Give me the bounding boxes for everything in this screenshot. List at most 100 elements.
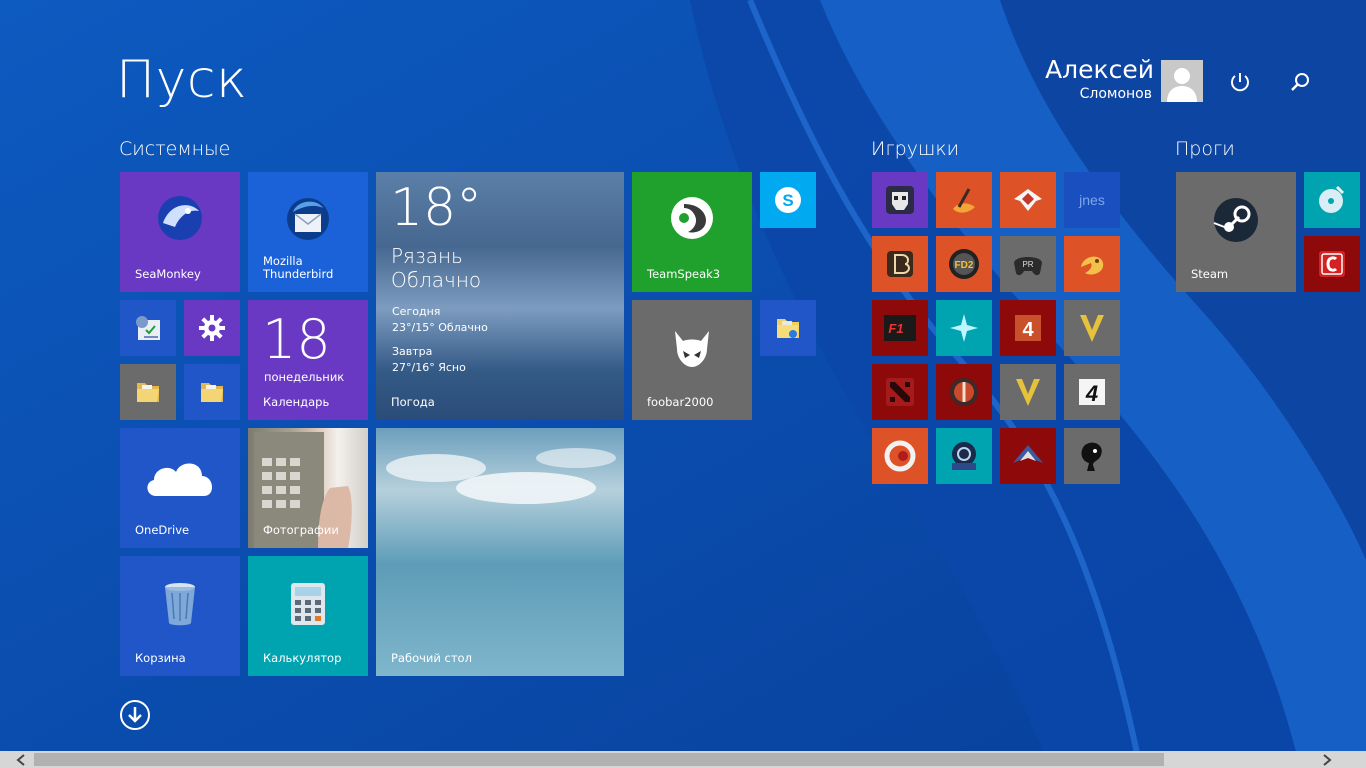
- seamonkey-icon: [158, 196, 202, 240]
- ring-emblem-icon: [884, 440, 916, 472]
- tile-foobar[interactable]: foobar2000: [632, 300, 752, 420]
- tile-game[interactable]: [936, 300, 992, 356]
- tile-jnes[interactable]: jnes: [1064, 172, 1120, 228]
- tile-recycle-bin[interactable]: Корзина: [120, 556, 240, 676]
- tile-game[interactable]: [872, 236, 928, 292]
- tile-app[interactable]: [1304, 236, 1360, 292]
- tile-explorer[interactable]: [760, 300, 816, 356]
- tile-game[interactable]: 4: [1064, 364, 1120, 420]
- folder-icon: [137, 383, 159, 402]
- tile-label: Календарь: [263, 395, 330, 409]
- weather-today-label: Сегодня: [392, 305, 441, 318]
- tile-app[interactable]: [1304, 172, 1360, 228]
- arrow-down-circle-icon: [120, 700, 150, 730]
- tile-documents-folder[interactable]: [120, 364, 176, 420]
- roman-five-icon: [1016, 379, 1040, 406]
- plane-emblem-icon: [1014, 189, 1042, 211]
- steam-icon: [1213, 198, 1258, 242]
- tile-label: OneDrive: [135, 523, 190, 537]
- tile-game[interactable]: 4: [1000, 300, 1056, 356]
- tile-game[interactable]: [1000, 364, 1056, 420]
- group-label-games[interactable]: Игрушки: [871, 138, 959, 160]
- tile-game[interactable]: PR: [1000, 236, 1056, 292]
- all-apps-button[interactable]: [119, 699, 151, 731]
- tile-calendar[interactable]: 18 понедельник Календарь: [248, 300, 368, 420]
- number-four-icon: 4: [1015, 315, 1041, 341]
- avatar[interactable]: [1161, 60, 1203, 102]
- tile-game[interactable]: [1000, 172, 1056, 228]
- tile-game[interactable]: [1064, 300, 1120, 356]
- tile-seamonkey[interactable]: SeaMonkey: [120, 172, 240, 292]
- silhouette-head-icon: [1081, 442, 1102, 471]
- control-panel-icon: [136, 316, 160, 340]
- tile-game[interactable]: F1: [872, 300, 928, 356]
- tile-game[interactable]: [936, 428, 992, 484]
- user-last-name[interactable]: Сломонов: [1080, 86, 1152, 102]
- chevron-left-icon: [15, 753, 25, 766]
- tile-steam[interactable]: Steam: [1176, 172, 1296, 292]
- tile-game[interactable]: [872, 172, 928, 228]
- disc-icon: [1319, 185, 1345, 213]
- start-title: Пуск: [116, 50, 248, 110]
- ccleaner-icon: [1319, 251, 1345, 277]
- user-first-name[interactable]: Алексей: [1045, 55, 1154, 84]
- tile-onedrive[interactable]: OneDrive: [120, 428, 240, 548]
- tile-label: Погода: [391, 395, 435, 409]
- tile-game[interactable]: [872, 428, 928, 484]
- scrollbar-thumb[interactable]: [34, 753, 1164, 766]
- tile-game[interactable]: [936, 364, 992, 420]
- search-button[interactable]: [1284, 66, 1316, 98]
- tile-photos[interactable]: Фотографии: [248, 428, 368, 548]
- tile-label: Рабочий стол: [391, 651, 472, 665]
- group-label-system[interactable]: Системные: [119, 138, 230, 160]
- tile-weather[interactable]: 18° Рязань Облачно Сегодня 23°/15° Облач…: [376, 172, 624, 420]
- weather-tomorrow-value: 27°/16° Ясно: [392, 361, 466, 374]
- tile-game[interactable]: [1064, 428, 1120, 484]
- svg-text:FD2: FD2: [955, 260, 974, 271]
- number-four-icon: 4: [1079, 379, 1105, 406]
- tile-game[interactable]: [1064, 236, 1120, 292]
- dota-icon: [886, 378, 914, 406]
- group-label-apps[interactable]: Проги: [1175, 138, 1235, 160]
- calculator-icon: [291, 583, 325, 625]
- tile-label: Mozilla Thunderbird: [263, 254, 334, 281]
- gamepad-icon: PR: [1014, 257, 1042, 276]
- folder-icon: [201, 383, 223, 402]
- tile-calculator[interactable]: Калькулятор: [248, 556, 368, 676]
- tile-thunderbird[interactable]: Mozilla Thunderbird: [248, 172, 368, 292]
- tile-label: Калькулятор: [263, 651, 342, 665]
- teamspeak-icon: [671, 197, 713, 239]
- jet-icon: [1013, 445, 1043, 463]
- search-icon: [1291, 73, 1309, 91]
- scroll-right-button[interactable]: [1318, 751, 1335, 768]
- badge-fd2-icon: FD2: [949, 249, 979, 279]
- power-button[interactable]: [1224, 66, 1256, 98]
- tile-teamspeak[interactable]: TeamSpeak3: [632, 172, 752, 292]
- tile-game[interactable]: FD2: [936, 236, 992, 292]
- foobar-icon: [675, 331, 709, 367]
- tile-settings[interactable]: [184, 300, 240, 356]
- sparkle-icon: [950, 314, 978, 342]
- shield-emblem-icon: [950, 378, 978, 406]
- tile-label: foobar2000: [647, 395, 714, 409]
- tile-label: Фотографии: [263, 523, 339, 537]
- tile-desktop[interactable]: Рабочий стол: [376, 428, 624, 676]
- tile-skype[interactable]: S: [760, 172, 816, 228]
- bioshock-b-icon: [887, 251, 913, 277]
- tile-game[interactable]: [872, 364, 928, 420]
- tile-game[interactable]: [1000, 428, 1056, 484]
- power-icon: [1231, 73, 1249, 92]
- wheel-badge-icon: [952, 442, 976, 470]
- tile-control-panel[interactable]: [120, 300, 176, 356]
- scroll-left-button[interactable]: [12, 751, 29, 768]
- skull-mask-icon: [886, 186, 914, 214]
- weather-temperature: 18°: [390, 178, 483, 238]
- tile-files-folder[interactable]: [184, 364, 240, 420]
- tile-label: SeaMonkey: [135, 267, 201, 281]
- calendar-weekday: понедельник: [264, 370, 345, 384]
- jnes-logo: jnes: [1079, 192, 1105, 208]
- tile-label: TeamSpeak3: [647, 267, 721, 281]
- tile-game[interactable]: [936, 172, 992, 228]
- svg-text:F1: F1: [888, 321, 903, 336]
- clouds-decoration: [386, 448, 616, 504]
